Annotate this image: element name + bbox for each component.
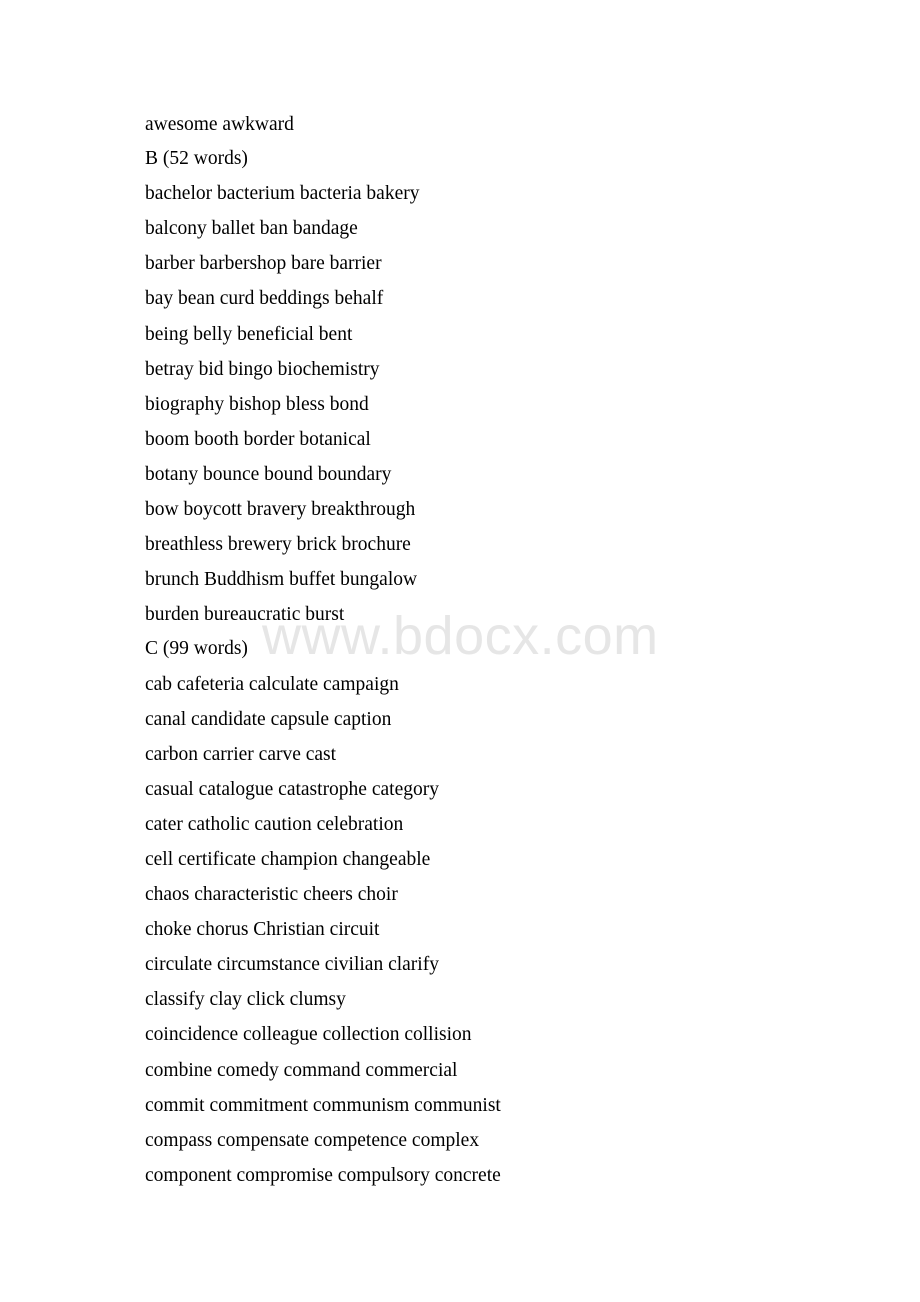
word-line: cab cafeteria calculate campaign <box>145 673 399 695</box>
word-line: compass compensate competence complex <box>145 1129 480 1151</box>
word-line: carbon carrier carve cast <box>145 743 337 765</box>
word-line: balcony ballet ban bandage <box>145 218 358 240</box>
word-line: cater catholic caution celebration <box>145 813 404 835</box>
word-line: bow boycott bravery breakthrough <box>145 499 416 521</box>
word-line: casual catalogue catastrophe category <box>145 778 439 800</box>
word-line: being belly beneficial bent <box>145 323 353 345</box>
word-line: betray bid bingo biochemistry <box>145 358 380 380</box>
word-line: bachelor bacterium bacteria bakery <box>145 183 420 205</box>
word-line: commit commitment communism communist <box>145 1094 501 1116</box>
word-line: breathless brewery brick brochure <box>145 534 411 556</box>
word-line: biography bishop bless bond <box>145 393 369 415</box>
word-line: canal candidate capsule caption <box>145 708 392 730</box>
word-line: combine comedy command commercial <box>145 1059 458 1081</box>
word-line: circulate circumstance civilian clarify <box>145 954 439 976</box>
word-line: classify clay click clumsy <box>145 989 346 1011</box>
word-line: cell certificate champion changeable <box>145 848 431 870</box>
word-line: choke chorus Christian circuit <box>145 919 380 941</box>
word-line: boom booth border botanical <box>145 428 371 450</box>
word-line: brunch Buddhism buffet bungalow <box>145 569 418 591</box>
word-line: coincidence colleague collection collisi… <box>145 1024 472 1046</box>
word-line: burden bureaucratic burst <box>145 604 345 626</box>
section-heading: B (52 words) <box>145 148 248 170</box>
word-line: barber barbershop bare barrier <box>145 253 382 275</box>
word-list-body: awesome awkward B (52 words) bachelor bact… <box>145 107 845 1193</box>
word-line: chaos characteristic cheers choir <box>145 884 398 906</box>
word-line: awesome awkward <box>145 114 294 135</box>
word-line: bay bean curd beddings behalf <box>145 288 384 310</box>
word-line: component compromise compulsory concrete <box>145 1164 501 1186</box>
document-page: www.bdocx.com awesome awkward B (52 words… <box>0 0 920 1302</box>
section-heading: C (99 words) <box>145 638 248 660</box>
word-line: botany bounce bound boundary <box>145 463 392 485</box>
